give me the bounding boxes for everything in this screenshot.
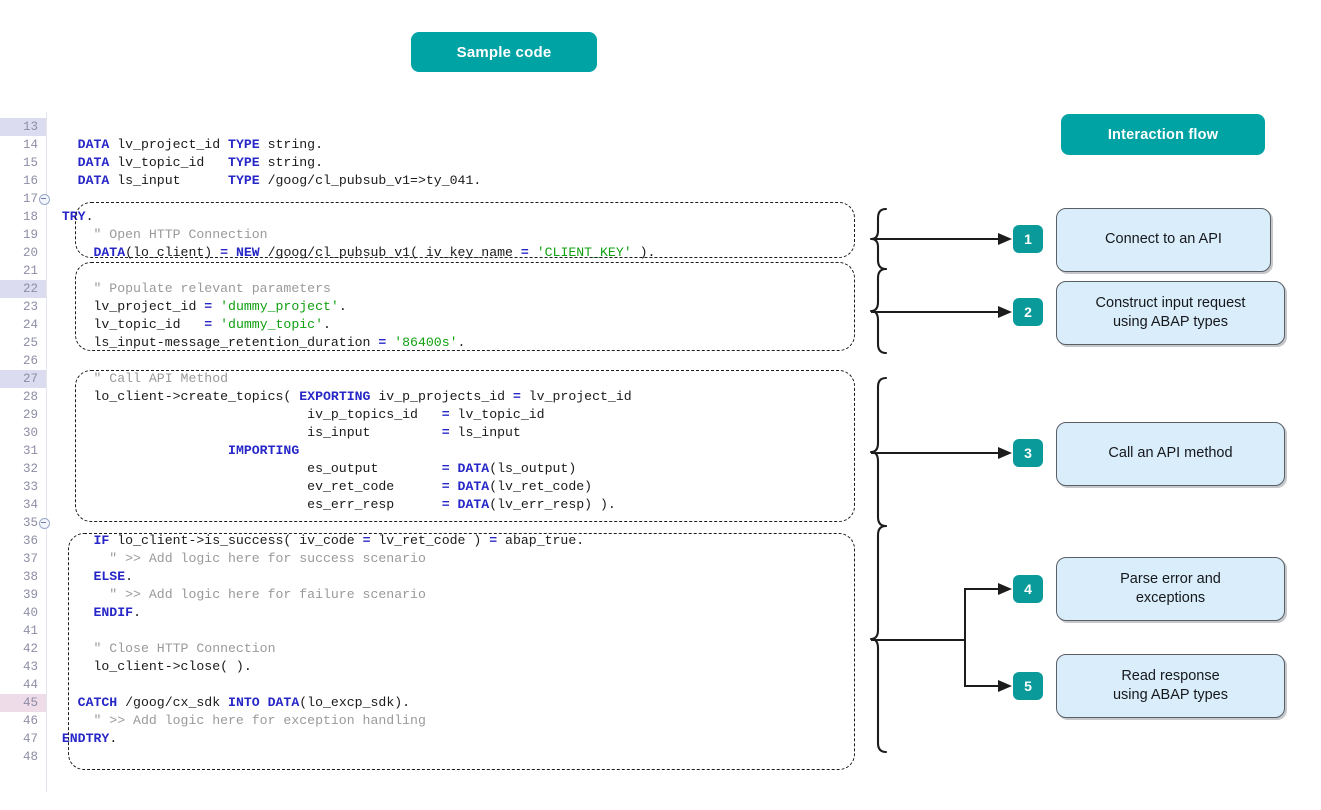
line-number-14: 14 [0,136,46,154]
line-number-46: 46 [0,712,46,730]
code-line-37: " >> Add logic here for success scenario [46,550,426,568]
code-line-24: lv_topic_id = 'dummy_topic'. [46,316,331,334]
line-number-32: 32 [0,460,46,478]
code-line-16: DATA ls_input TYPE /goog/cl_pubsub_v1=>t… [46,172,481,190]
code-line-46: " >> Add logic here for exception handli… [46,712,426,730]
code-line-28: lo_client->create_topics( EXPORTING iv_p… [46,388,632,406]
code-line-31: IMPORTING [46,442,299,460]
code-line-15: DATA lv_topic_id TYPE string. [46,154,323,172]
code-line-45: CATCH /goog/cx_sdk INTO DATA(lo_excp_sdk… [46,694,410,712]
flow-step-box-2[interactable]: Construct input requestusing ABAP types [1056,281,1285,345]
fold-marker-17[interactable] [39,194,50,205]
line-number-45: 45 [0,694,46,712]
flow-step-5-label: Read responseusing ABAP types [1113,667,1228,705]
line-number-13: 13 [0,118,46,136]
line-number-36: 36 [0,532,46,550]
line-number-30: 30 [0,424,46,442]
line-number-21: 21 [0,262,46,280]
step-badge-1: 1 [1013,225,1043,253]
arrow-5-branch [965,640,1005,686]
code-line-39: " >> Add logic here for failure scenario [46,586,426,604]
code-line-36: IF lo_client->is_success( iv_code = lv_r… [46,532,584,550]
line-number-37: 37 [0,550,46,568]
code-line-38: ELSE. [46,568,133,586]
line-number-38: 38 [0,568,46,586]
line-number-23: 23 [0,298,46,316]
line-number-40: 40 [0,604,46,622]
code-line-29: iv_p_topics_id = lv_topic_id [46,406,545,424]
flow-step-4-label: Parse error andexceptions [1120,570,1221,608]
line-number-18: 18 [0,208,46,226]
arrow-4-branch [965,589,1005,640]
step-badge-2: 2 [1013,298,1043,326]
flow-step-box-4[interactable]: Parse error andexceptions [1056,557,1285,621]
code-line-42: " Close HTTP Connection [46,640,276,658]
code-line-32: es_output = DATA(ls_output) [46,460,576,478]
line-number-34: 34 [0,496,46,514]
code-line-27: " Call API Method [46,370,228,388]
code-line-25: ls_input-message_retention_duration = '8… [46,334,465,352]
code-line-40: ENDIF. [46,604,141,622]
code-line-23: lv_project_id = 'dummy_project'. [46,298,347,316]
line-number-20: 20 [0,244,46,262]
step-badge-5-number: 5 [1024,678,1032,694]
code-line-20: DATA(lo_client) = NEW /goog/cl_pubsub_v1… [46,244,655,262]
code-line-34: es_err_resp = DATA(lv_err_resp) ). [46,496,616,514]
step-badge-1-number: 1 [1024,231,1032,247]
line-number-25: 25 [0,334,46,352]
line-number-47: 47 [0,730,46,748]
step-badge-4-number: 4 [1024,581,1032,597]
flow-step-box-3[interactable]: Call an API method [1056,422,1285,486]
line-number-27: 27 [0,370,46,388]
flow-step-1-label: Connect to an API [1105,230,1222,249]
diagram-canvas: Sample code Interaction flow 13141516171… [0,0,1321,810]
arrow-heads [998,233,1012,692]
line-number-26: 26 [0,352,46,370]
line-number-19: 19 [0,226,46,244]
interaction-flow-header-pill: Interaction flow [1061,114,1265,155]
line-number-31: 31 [0,442,46,460]
flow-step-box-5[interactable]: Read responseusing ABAP types [1056,654,1285,718]
step-badge-5: 5 [1013,672,1043,700]
line-number-33: 33 [0,478,46,496]
step-badge-4: 4 [1013,575,1043,603]
line-number-28: 28 [0,388,46,406]
sample-code-label: Sample code [457,44,552,61]
line-number-44: 44 [0,676,46,694]
code-line-18: TRY. [46,208,94,226]
line-number-22: 22 [0,280,46,298]
line-number-39: 39 [0,586,46,604]
code-editor[interactable]: 1314151617181920212223242526272829303132… [0,112,900,792]
step-badge-3: 3 [1013,439,1043,467]
line-number-43: 43 [0,658,46,676]
interaction-flow-label: Interaction flow [1108,127,1218,143]
sample-code-header-pill: Sample code [411,32,597,72]
code-line-14: DATA lv_project_id TYPE string. [46,136,323,154]
flow-step-box-1[interactable]: Connect to an API [1056,208,1271,272]
line-number-29: 29 [0,406,46,424]
fold-marker-35[interactable] [39,518,50,529]
code-line-43: lo_client->close( ). [46,658,252,676]
step-badge-2-number: 2 [1024,304,1032,320]
code-line-47: ENDTRY. [46,730,117,748]
line-number-16: 16 [0,172,46,190]
line-number-48: 48 [0,748,46,766]
code-line-33: ev_ret_code = DATA(lv_ret_code) [46,478,592,496]
code-line-19: " Open HTTP Connection [46,226,268,244]
line-number-42: 42 [0,640,46,658]
flow-step-2-label: Construct input requestusing ABAP types [1096,294,1246,332]
code-line-22: " Populate relevant parameters [46,280,331,298]
code-line-30: is_input = ls_input [46,424,521,442]
line-number-15: 15 [0,154,46,172]
line-number-41: 41 [0,622,46,640]
step-badge-3-number: 3 [1024,445,1032,461]
line-number-24: 24 [0,316,46,334]
flow-step-3-label: Call an API method [1108,444,1232,463]
